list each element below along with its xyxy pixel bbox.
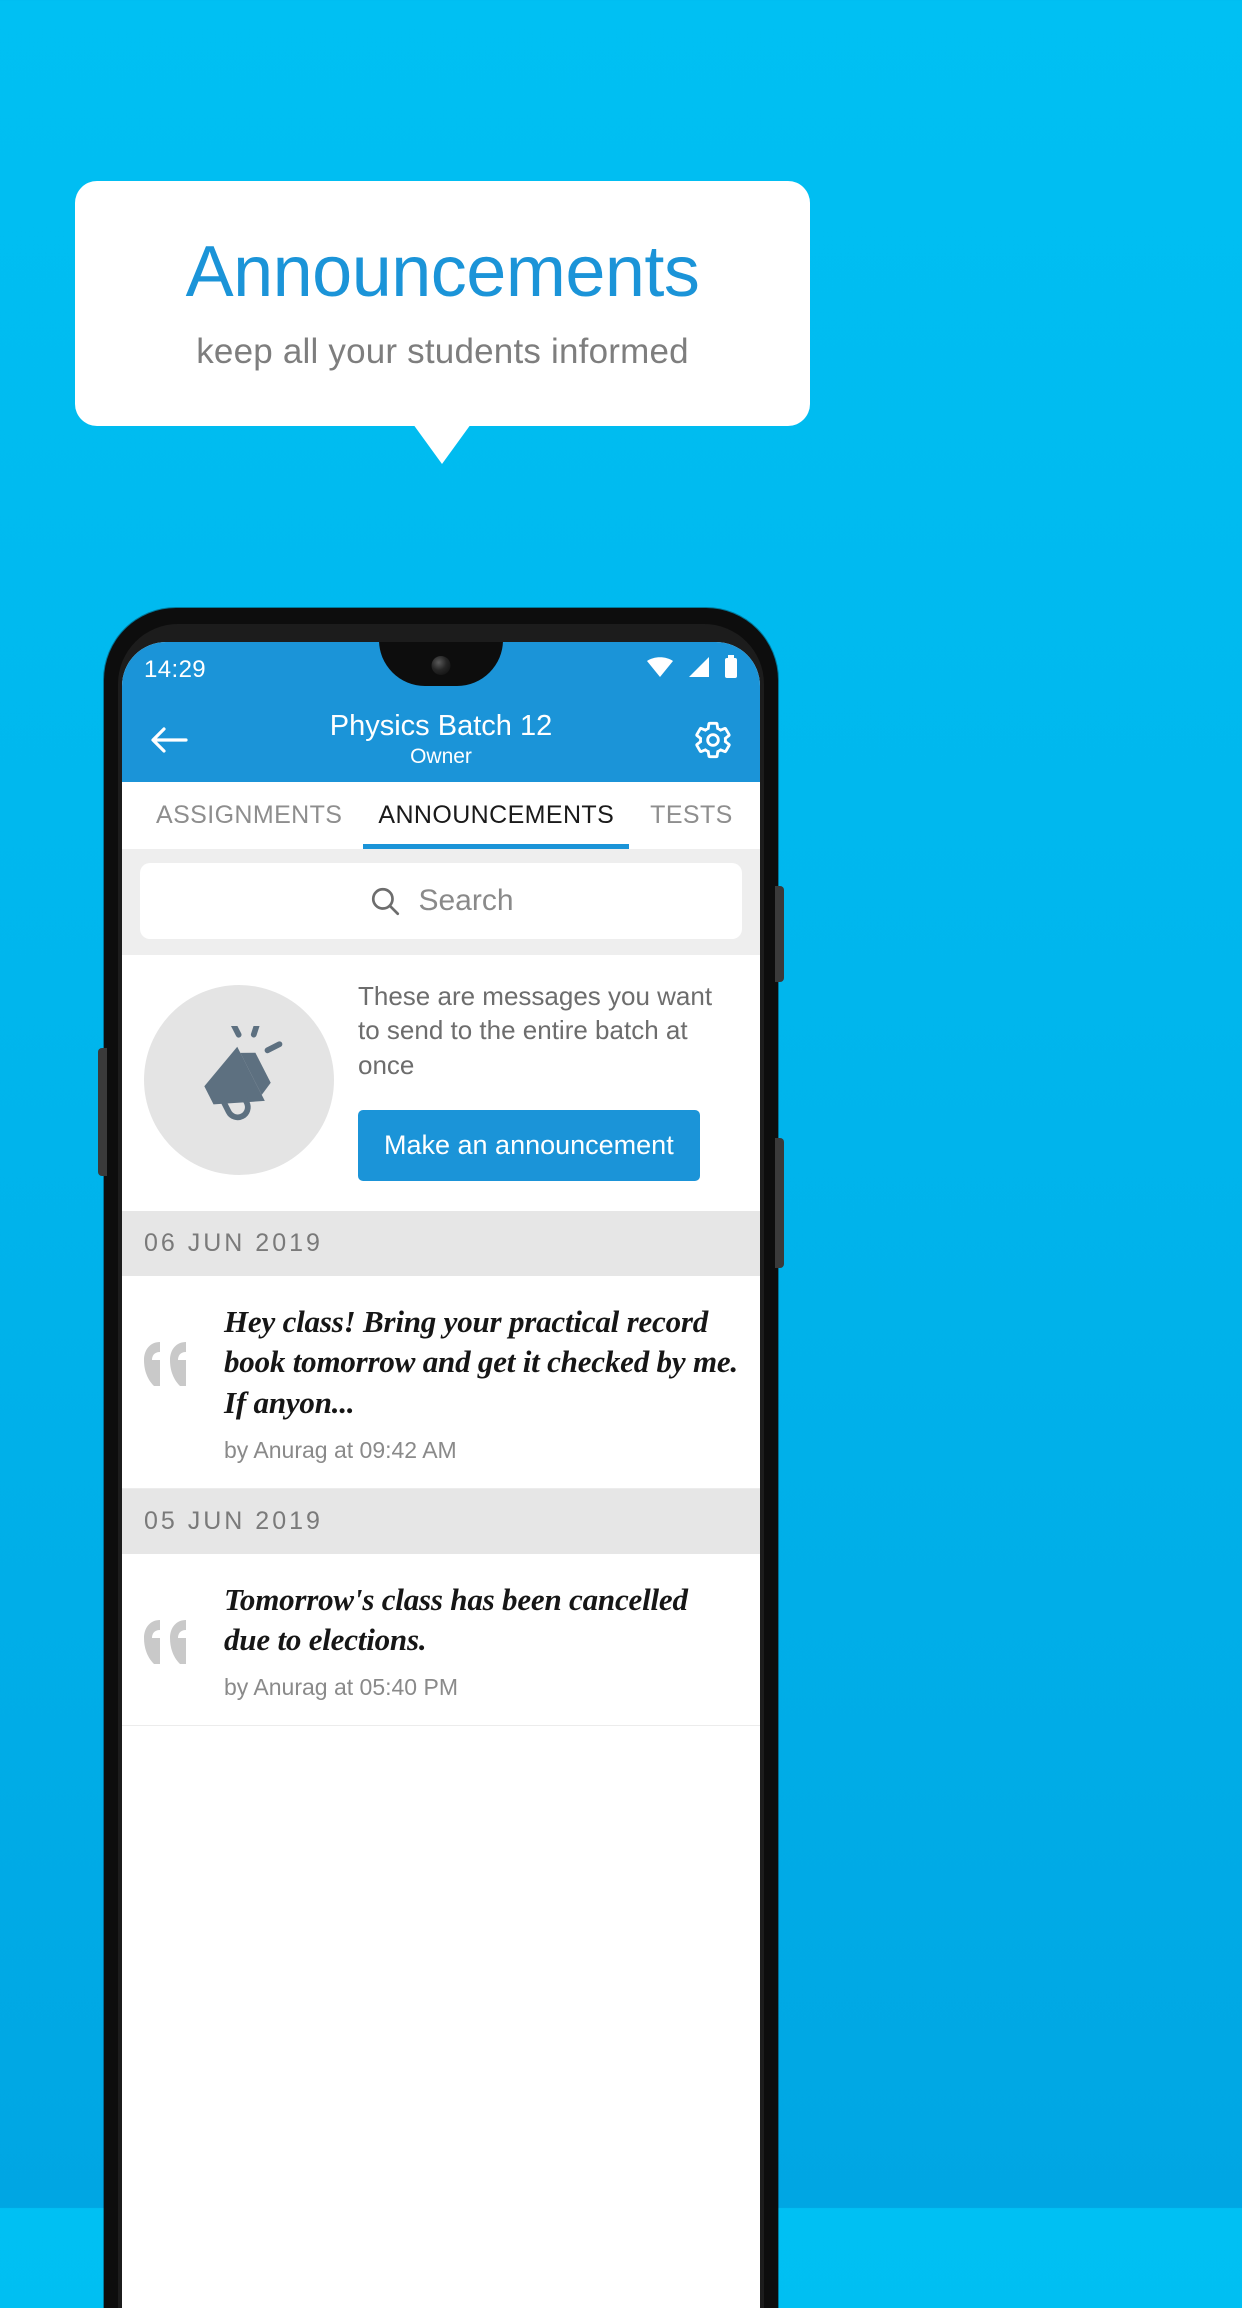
search-icon: [372, 887, 400, 916]
empty-state-content: These are messages you want to send to t…: [358, 979, 738, 1181]
tab-label: ANNOUNCEMENTS: [378, 801, 615, 829]
battery-icon: [724, 655, 738, 684]
signal-icon: [687, 656, 711, 683]
wifi-icon: [646, 656, 674, 683]
page-title: Physics Batch 12: [329, 710, 553, 743]
search-input[interactable]: Search: [140, 863, 742, 939]
announcement-text: Tomorrow's class has been cancelled due …: [224, 1581, 688, 1658]
promo-title: Announcements: [185, 231, 700, 312]
status-icons: [646, 655, 738, 684]
tab-partial-next[interactable]: V: [751, 782, 760, 849]
date-header: 06 JUN 2019: [122, 1210, 760, 1276]
phone-frame: 14:29 Physics Batch 12 Owner ASSIGNMENTS…: [98, 608, 784, 2308]
announcement-text: Hey class! Bring your practical record b…: [224, 1303, 738, 1420]
announcement-meta: by Anurag at 09:42 AM: [224, 1436, 457, 1463]
announcement-body: Hey class! Bring your practical record b…: [224, 1302, 738, 1464]
tab-announcements[interactable]: ANNOUNCEMENTS: [360, 782, 632, 849]
settings-button[interactable]: [690, 717, 736, 763]
megaphone-illustration: [144, 984, 334, 1175]
page-subtitle: Owner: [410, 744, 472, 768]
promo-card: Announcements keep all your students inf…: [75, 181, 810, 426]
phone-volume-button[interactable]: [775, 886, 784, 982]
announcement-list-item[interactable]: Hey class! Bring your practical record b…: [122, 1275, 760, 1489]
status-time: 14:29: [144, 655, 207, 683]
empty-state-description: These are messages you want to send to t…: [358, 981, 713, 1080]
app-bar-titles: Physics Batch 12 Owner: [122, 710, 760, 769]
announcement-list-item[interactable]: Tomorrow's class has been cancelled due …: [122, 1553, 760, 1727]
front-camera: [431, 656, 451, 675]
announcement-body: Tomorrow's class has been cancelled due …: [224, 1580, 738, 1702]
tab-assignments[interactable]: ASSIGNMENTS: [138, 782, 360, 849]
phone-screen: 14:29 Physics Batch 12 Owner ASSIGNMENTS…: [122, 642, 760, 2308]
phone-left-side-button[interactable]: [98, 1048, 107, 1176]
search-placeholder: Search: [418, 884, 514, 917]
megaphone-icon: [204, 1025, 283, 1121]
promo-subtitle: keep all your students informed: [196, 332, 689, 372]
announcement-meta: by Anurag at 05:40 PM: [224, 1674, 458, 1701]
arrow-left-icon: [151, 726, 188, 753]
back-button[interactable]: [146, 717, 192, 763]
tab-label: ASSIGNMENTS: [156, 801, 343, 829]
empty-state-panel: These are messages you want to send to t…: [122, 955, 760, 1211]
date-header: 05 JUN 2019: [122, 1488, 760, 1554]
app-bar: Physics Batch 12 Owner: [122, 697, 760, 782]
phone-power-button[interactable]: [775, 1138, 784, 1268]
gear-icon: [695, 721, 731, 758]
status-bar: 14:29: [122, 642, 760, 697]
tab-bar: ASSIGNMENTS ANNOUNCEMENTS TESTS V: [122, 782, 760, 849]
quote-icon: [144, 1580, 206, 1669]
tab-label: TESTS: [650, 801, 733, 829]
make-announcement-button[interactable]: Make an announcement: [358, 1109, 700, 1181]
quote-icon: [144, 1302, 206, 1391]
promo-card-tail: [413, 424, 471, 464]
search-bar-container: Search: [122, 849, 760, 955]
tab-tests[interactable]: TESTS: [632, 782, 751, 849]
